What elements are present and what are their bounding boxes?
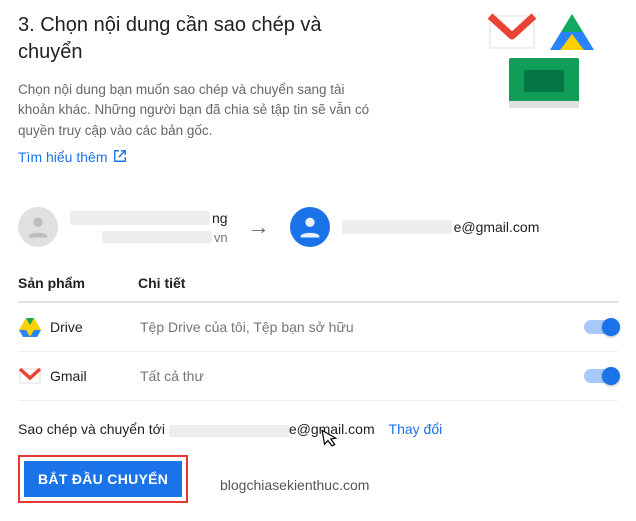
step-description: Chọn nội dung bạn muốn sao chép và chuyể… <box>18 80 378 141</box>
arrow-right-icon: → <box>248 214 270 240</box>
learn-more-label: Tìm hiểu thêm <box>18 149 107 165</box>
table-row: Drive Tệp Drive của tôi, Tệp bạn sở hữu <box>18 303 618 352</box>
redacted-text <box>102 231 212 243</box>
toggle-gmail[interactable] <box>584 369 618 383</box>
start-transfer-button[interactable]: BẮT ĐẦU CHUYỂN <box>24 461 182 497</box>
table-row: Gmail Tất cả thư <box>18 352 618 401</box>
avatar <box>18 207 58 247</box>
avatar <box>290 207 330 247</box>
redacted-text <box>70 211 210 225</box>
copy-prefix: Sao chép và chuyển tới <box>18 421 169 437</box>
product-table-header: Sản phẩm Chi tiết <box>18 275 618 303</box>
account-transfer-summary: ng vn → e@gmail.com <box>18 207 618 247</box>
source-name-suffix: ng <box>212 210 228 226</box>
source-domain-suffix: vn <box>214 230 228 245</box>
step-title: 3. Chọn nội dung cần sao chép và chuyển <box>18 12 378 66</box>
highlight-annotation: BẮT ĐẦU CHUYỂN <box>18 455 188 503</box>
source-account: ng vn <box>18 207 228 247</box>
product-detail: Tệp Drive của tôi, Tệp bạn sở hữu <box>140 319 584 335</box>
drive-icon <box>18 315 42 339</box>
gmail-icon <box>18 364 42 388</box>
redacted-text <box>169 425 289 437</box>
dest-email-suffix: e@gmail.com <box>454 219 540 235</box>
hero-illustration <box>454 8 614 128</box>
copy-destination-line: Sao chép và chuyển tới e@gmail.com Thay … <box>18 421 618 437</box>
col-detail-header: Chi tiết <box>138 275 618 291</box>
learn-more-link[interactable]: Tìm hiểu thêm <box>18 149 127 166</box>
watermark-text: blogchiasekienthuc.com <box>220 477 369 493</box>
redacted-text <box>342 220 452 234</box>
change-account-link[interactable]: Thay đổi <box>389 421 443 437</box>
dest-email-visible: e@gmail.com <box>289 421 375 437</box>
product-name: Gmail <box>50 368 140 384</box>
col-product-header: Sản phẩm <box>18 275 138 291</box>
toggle-drive[interactable] <box>584 320 618 334</box>
product-detail: Tất cả thư <box>140 368 584 384</box>
product-name: Drive <box>50 319 140 335</box>
external-link-icon <box>113 149 127 166</box>
destination-account: e@gmail.com <box>290 207 540 247</box>
